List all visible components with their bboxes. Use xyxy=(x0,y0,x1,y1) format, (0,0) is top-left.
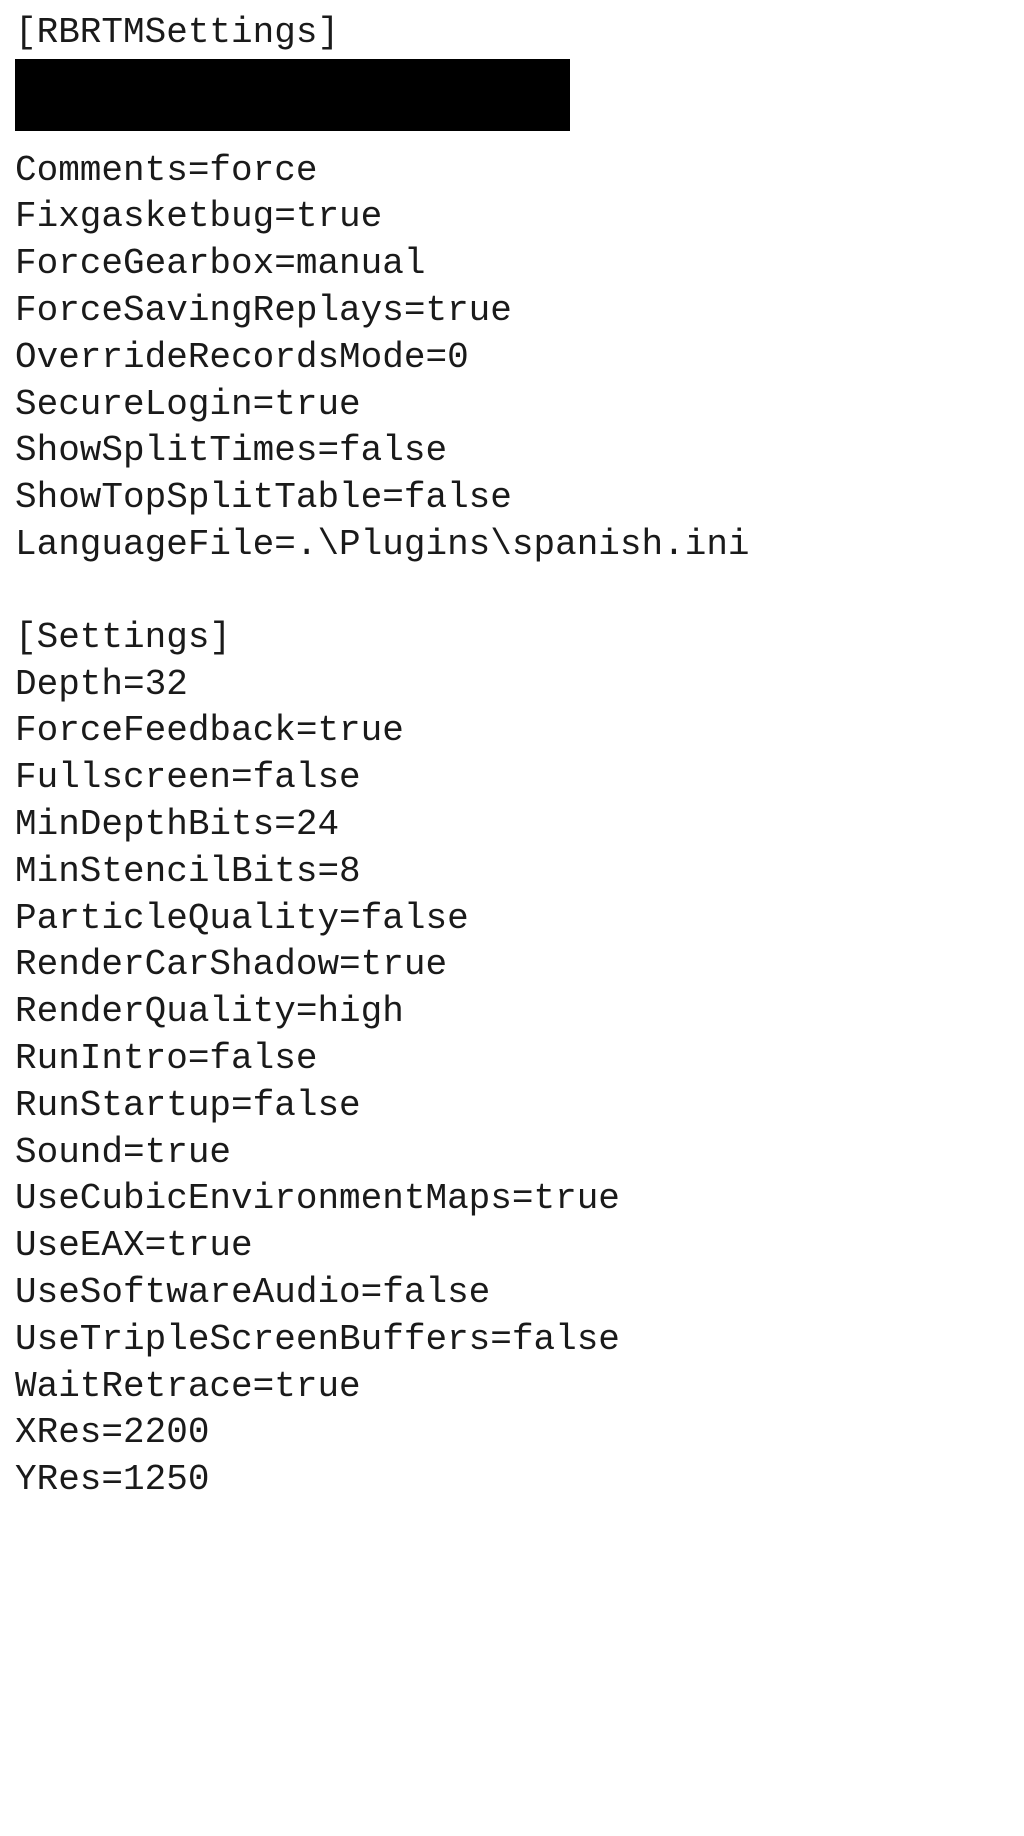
ini-line: YRes=1250 xyxy=(15,1457,1009,1504)
ini-line: UseEAX=true xyxy=(15,1223,1009,1270)
ini-line: Fixgasketbug=true xyxy=(15,194,1009,241)
ini-line: RunStartup=false xyxy=(15,1083,1009,1130)
section-header-settings: [Settings] xyxy=(15,615,1009,662)
ini-line: OverrideRecordsMode=0 xyxy=(15,335,1009,382)
ini-line: MinDepthBits=24 xyxy=(15,802,1009,849)
ini-line: Sound=true xyxy=(15,1130,1009,1177)
ini-line: UseSoftwareAudio=false xyxy=(15,1270,1009,1317)
redacted-block xyxy=(15,59,570,131)
ini-line: Depth=32 xyxy=(15,662,1009,709)
blank-line xyxy=(15,569,1009,615)
ini-line: UseCubicEnvironmentMaps=true xyxy=(15,1176,1009,1223)
ini-line: ShowSplitTimes=false xyxy=(15,428,1009,475)
ini-line: RenderQuality=high xyxy=(15,989,1009,1036)
section-header-rbrtm: [RBRTMSettings] xyxy=(15,10,1009,57)
ini-line: ShowTopSplitTable=false xyxy=(15,475,1009,522)
ini-line: RunIntro=false xyxy=(15,1036,1009,1083)
ini-line: MinStencilBits=8 xyxy=(15,849,1009,896)
ini-line: ForceSavingReplays=true xyxy=(15,288,1009,335)
ini-line: XRes=2200 xyxy=(15,1410,1009,1457)
ini-line: LanguageFile=.\Plugins\spanish.ini xyxy=(15,522,1009,569)
ini-line: ParticleQuality=false xyxy=(15,896,1009,943)
ini-line: RenderCarShadow=true xyxy=(15,942,1009,989)
ini-line: ForceGearbox=manual xyxy=(15,241,1009,288)
ini-line: Fullscreen=false xyxy=(15,755,1009,802)
ini-line: Comments=force xyxy=(15,148,1009,195)
ini-line: UseTripleScreenBuffers=false xyxy=(15,1317,1009,1364)
ini-line: SecureLogin=true xyxy=(15,382,1009,429)
ini-line: ForceFeedback=true xyxy=(15,708,1009,755)
ini-line: WaitRetrace=true xyxy=(15,1364,1009,1411)
